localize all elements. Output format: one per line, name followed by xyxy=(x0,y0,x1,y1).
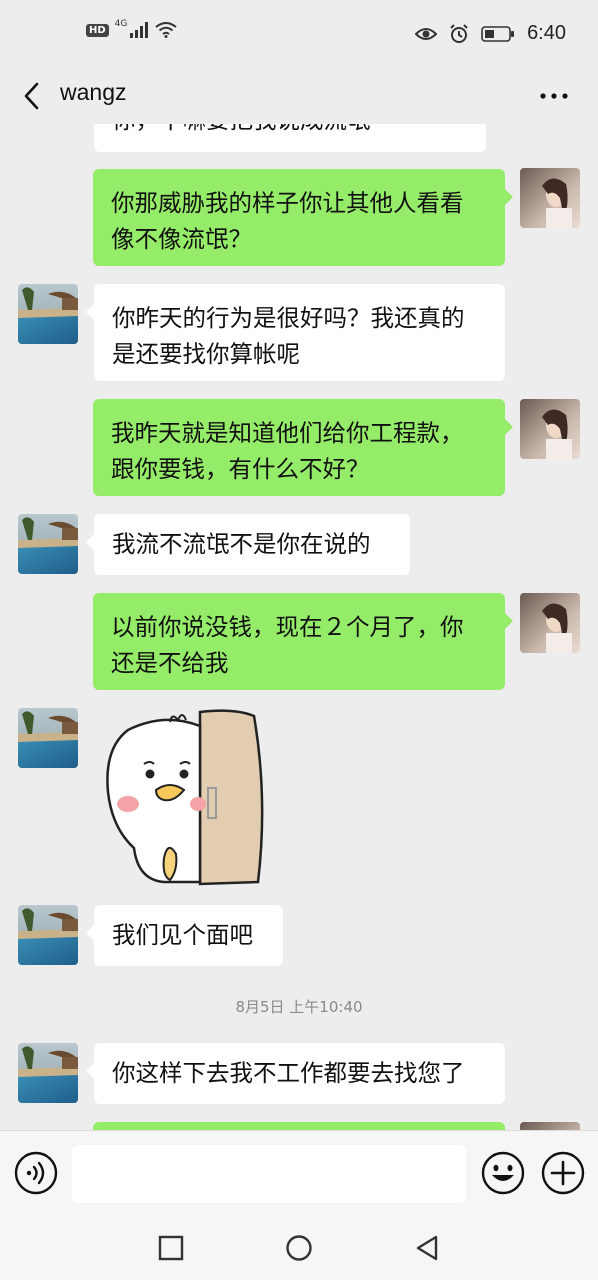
chat-title: wangz xyxy=(60,79,127,105)
message-input[interactable] xyxy=(72,1145,466,1203)
back-button[interactable] xyxy=(14,78,50,114)
emoji-icon xyxy=(481,1151,525,1195)
emoji-button[interactable] xyxy=(481,1151,525,1195)
chat-list[interactable]: 你，干嘛要把我说成流氓 你那威胁我的样子你让其他人看看 像不像流氓？ 你昨天的行… xyxy=(0,124,598,1130)
wifi-icon xyxy=(155,22,177,38)
message-bubble-incoming[interactable]: 你，干嘛要把我说成流氓 xyxy=(94,124,486,152)
clock: 6:40 xyxy=(527,22,566,44)
square-icon xyxy=(158,1235,184,1261)
plus-icon xyxy=(541,1151,585,1195)
status-bar: HD 4G 6:40 xyxy=(0,0,598,68)
more-functions-button[interactable] xyxy=(541,1151,585,1195)
status-right: 6:40 xyxy=(415,22,566,45)
my-avatar[interactable] xyxy=(520,1122,580,1130)
message-bubble-outgoing[interactable]: 以前你说没钱，现在２个月了，你 还是不给我 xyxy=(93,593,513,690)
contact-avatar[interactable] xyxy=(18,708,78,768)
alarm-icon xyxy=(450,23,468,43)
system-back-button[interactable] xyxy=(412,1233,442,1263)
chat-header: wangz xyxy=(0,68,598,124)
contact-avatar[interactable] xyxy=(18,514,78,574)
battery-icon xyxy=(481,25,515,42)
input-bar xyxy=(0,1130,598,1217)
message-timestamp: 8月5日 上午10:40 xyxy=(235,998,363,1016)
eye-icon xyxy=(415,27,438,40)
message-bubble-outgoing[interactable] xyxy=(93,1122,505,1130)
hd-badge: HD xyxy=(86,23,109,37)
my-avatar[interactable] xyxy=(520,399,580,459)
voice-icon xyxy=(14,1151,58,1195)
home-button[interactable] xyxy=(285,1234,313,1262)
network-type: 4G xyxy=(114,19,128,29)
message-bubble-incoming[interactable]: 你这样下去我不工作都要去找您了 xyxy=(86,1043,505,1104)
signal-icon xyxy=(130,22,149,38)
status-left: HD 4G xyxy=(86,19,177,38)
duck-peeking-sticker[interactable] xyxy=(104,708,268,888)
my-avatar[interactable] xyxy=(520,593,580,653)
more-horizontal-icon xyxy=(540,93,568,99)
chevron-left-icon xyxy=(24,82,39,110)
triangle-back-icon xyxy=(416,1235,438,1261)
message-bubble-incoming[interactable]: 你昨天的行为是很好吗？我还真的 是还要找你算帐呢 xyxy=(86,284,505,381)
recent-apps-button[interactable] xyxy=(157,1234,185,1262)
system-nav-bar xyxy=(0,1216,598,1280)
contact-avatar[interactable] xyxy=(18,905,78,965)
contact-avatar[interactable] xyxy=(18,284,78,344)
circle-icon xyxy=(286,1235,312,1261)
voice-button[interactable] xyxy=(14,1151,58,1195)
more-button[interactable] xyxy=(536,78,572,114)
contact-avatar[interactable] xyxy=(18,1043,78,1103)
my-avatar[interactable] xyxy=(520,168,580,228)
message-bubble-outgoing[interactable]: 你那威胁我的样子你让其他人看看 像不像流氓？ xyxy=(93,169,513,266)
message-bubble-incoming[interactable]: 我流不流氓不是你在说的 xyxy=(86,514,410,575)
message-bubble-incoming[interactable]: 我们见个面吧 xyxy=(86,905,283,966)
message-bubble-outgoing[interactable]: 我昨天就是知道他们给你工程款， 跟你要钱，有什么不好？ xyxy=(93,399,513,496)
